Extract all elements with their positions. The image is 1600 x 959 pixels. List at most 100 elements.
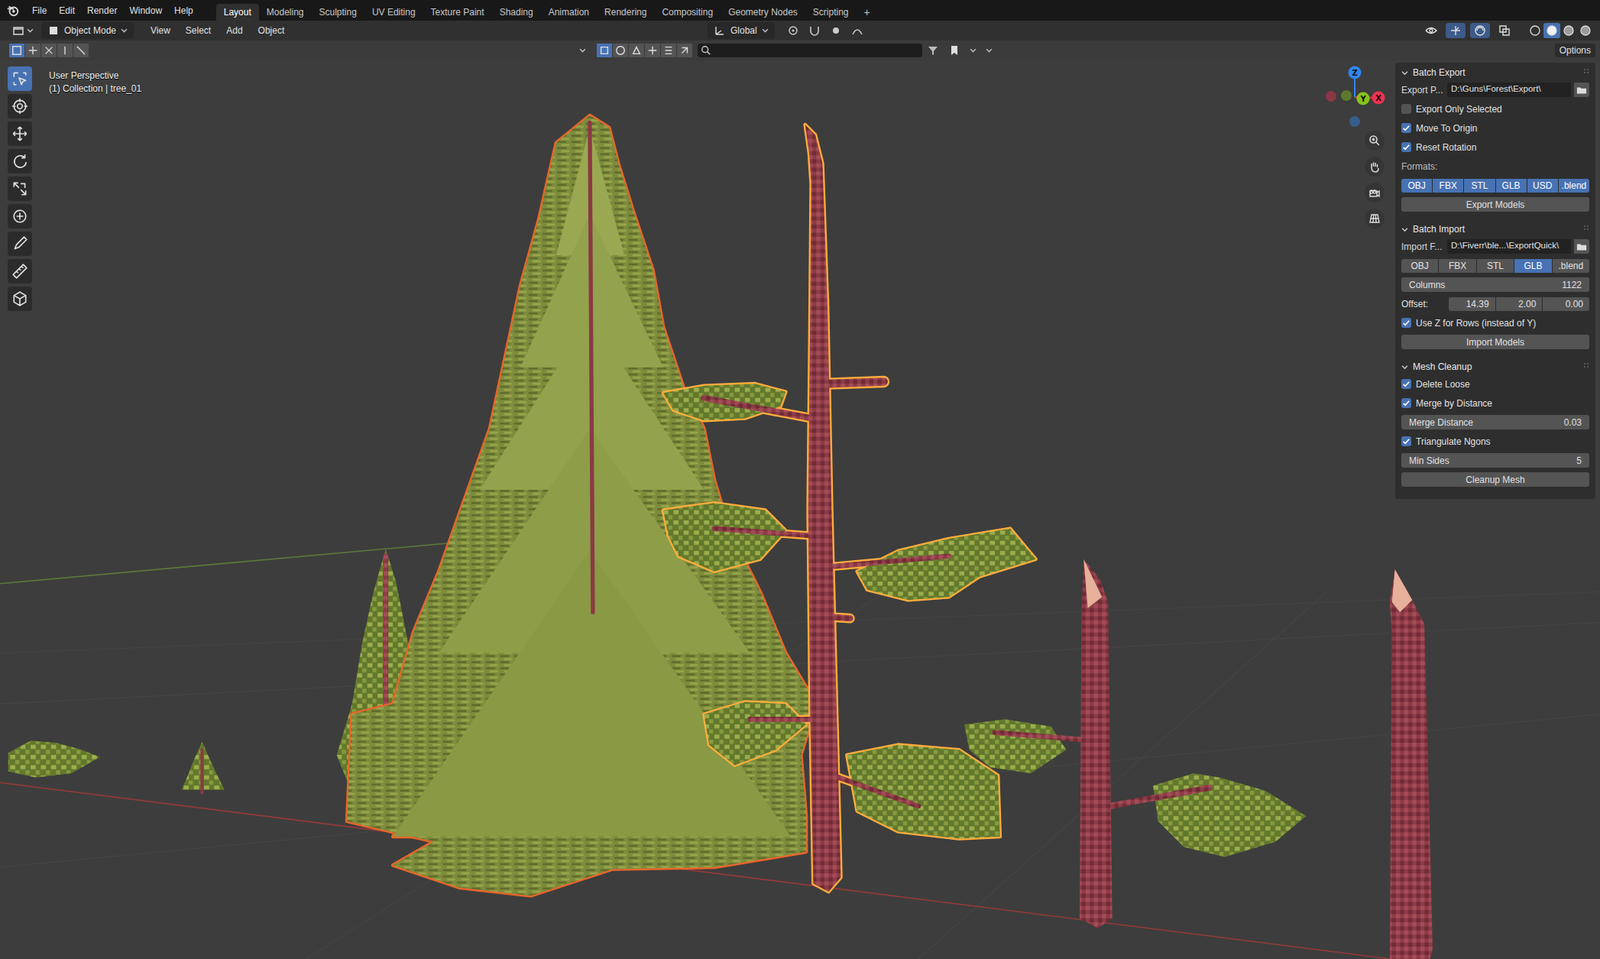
checkbox-row[interactable]: Merge by Distance	[1401, 395, 1590, 411]
tool-button[interactable]	[7, 176, 33, 201]
browse-button[interactable]	[1574, 239, 1590, 254]
snap-icon[interactable]	[808, 24, 821, 37]
3d-viewport[interactable]: User Perspective (1) Collection | tree_0…	[0, 60, 1600, 959]
vector-component[interactable]: 2.00	[1496, 297, 1543, 311]
camera-button[interactable]	[1364, 182, 1385, 203]
scene-canvas[interactable]	[0, 60, 1600, 959]
filter-button[interactable]	[612, 43, 629, 58]
checkbox[interactable]	[1401, 103, 1412, 114]
workspace-tab[interactable]: Modeling	[259, 3, 312, 21]
checkbox[interactable]	[1401, 436, 1412, 447]
workspace-tab[interactable]: Compositing	[654, 3, 721, 21]
axis-dot[interactable]	[1357, 92, 1371, 106]
menu-item[interactable]: Render	[80, 3, 124, 19]
workspace-tab[interactable]: UV Editing	[364, 3, 424, 21]
filter-funnel-icon[interactable]	[926, 44, 940, 57]
header-menu[interactable]: Object	[252, 22, 292, 39]
number-field[interactable]: Merge Distance0.03	[1401, 414, 1590, 430]
format-toggle[interactable]: STL	[1463, 178, 1495, 193]
checkbox[interactable]	[1401, 317, 1412, 328]
drag-grip-icon[interactable]	[1583, 362, 1590, 372]
format-toggle[interactable]: FBX	[1432, 178, 1464, 193]
format-toggle[interactable]: GLB	[1514, 259, 1552, 273]
tool-button[interactable]	[7, 66, 33, 91]
menu-item[interactable]: Help	[168, 3, 200, 19]
drag-grip-icon[interactable]	[1583, 224, 1590, 234]
perspective-button[interactable]	[1364, 208, 1385, 229]
checkbox-row[interactable]: Use Z for Rows (instead of Y)	[1401, 315, 1590, 331]
workspace-tab[interactable]: Layout	[216, 3, 260, 21]
vector-component[interactable]: 0.00	[1542, 297, 1590, 311]
chevron-icon[interactable]	[969, 47, 977, 55]
header-menu[interactable]: Select	[179, 22, 218, 39]
bookmark-icon[interactable]	[948, 44, 961, 57]
scene-object[interactable]	[346, 115, 817, 896]
zoom-button[interactable]	[1364, 130, 1385, 151]
add-workspace-button[interactable]: +	[856, 3, 878, 21]
vector-component[interactable]: 14.39	[1448, 297, 1496, 311]
pivot-icon[interactable]	[787, 24, 800, 37]
navigation-gizmo[interactable]: ZYX	[1316, 60, 1393, 137]
format-toggle[interactable]: USD	[1527, 178, 1558, 193]
format-toggle[interactable]: OBJ	[1401, 178, 1432, 193]
filter-button[interactable]	[676, 43, 694, 58]
negative-axis-dot[interactable]	[1340, 90, 1352, 101]
tool-button[interactable]	[7, 259, 33, 284]
number-field[interactable]: Columns1122	[1401, 277, 1590, 292]
viewport-toggle[interactable]	[1445, 22, 1466, 39]
scene-object[interactable]	[964, 559, 1306, 929]
workspace-tab[interactable]: Sculpting	[311, 3, 365, 21]
shading-mode-button[interactable]	[1560, 22, 1578, 39]
select-mode-button[interactable]	[57, 43, 74, 58]
proportional-edit-icon[interactable]	[829, 24, 843, 37]
filter-button[interactable]	[596, 43, 613, 58]
scene-object[interactable]	[1389, 569, 1433, 959]
checkbox-row[interactable]: Delete Loose	[1401, 376, 1590, 392]
options-tab[interactable]: Options	[1554, 43, 1596, 58]
negative-axis-dot[interactable]	[1325, 90, 1337, 102]
action-button[interactable]: Cleanup Mesh	[1401, 472, 1590, 487]
tool-button[interactable]	[7, 121, 33, 146]
shading-mode-button[interactable]	[1577, 22, 1594, 39]
format-toggle[interactable]: .blend	[1552, 259, 1590, 273]
axis-dot[interactable]	[1348, 66, 1362, 80]
menu-item[interactable]: File	[25, 3, 53, 19]
action-button[interactable]: Export Models	[1401, 197, 1590, 212]
checkbox-row[interactable]: Reset Rotation	[1401, 139, 1590, 155]
orientation-dropdown[interactable]: Global	[707, 22, 775, 39]
checkbox[interactable]	[1401, 142, 1412, 153]
chevron-icon[interactable]	[985, 47, 993, 55]
tool-button[interactable]	[7, 286, 33, 311]
scene-object[interactable]	[181, 741, 225, 794]
viewport-toggle[interactable]	[1494, 22, 1515, 39]
workspace-tab[interactable]: Geometry Nodes	[720, 3, 806, 21]
menu-item[interactable]: Window	[123, 3, 169, 19]
falloff-icon[interactable]	[851, 24, 864, 37]
header-menu[interactable]: Add	[220, 22, 249, 39]
panel-header[interactable]: Mesh Cleanup	[1401, 356, 1590, 377]
path-field[interactable]: D:\Guns\Forest\Export\	[1447, 82, 1571, 98]
action-button[interactable]: Import Models	[1401, 334, 1590, 350]
menu-item[interactable]: Edit	[52, 3, 81, 19]
workspace-tab[interactable]: Texture Paint	[423, 3, 493, 21]
blender-logo-icon[interactable]	[6, 3, 20, 18]
browse-button[interactable]	[1574, 82, 1590, 98]
select-mode-button[interactable]	[9, 43, 26, 58]
workspace-tab[interactable]: Rendering	[596, 3, 655, 21]
panel-header[interactable]: Batch Import	[1401, 219, 1590, 240]
editor-type-button[interactable]	[7, 22, 39, 39]
workspace-tab[interactable]: Animation	[540, 3, 597, 21]
select-mode-button[interactable]	[73, 43, 90, 58]
path-field[interactable]: D:\Fiverr\ble...\ExportQuick\	[1447, 239, 1571, 254]
filter-button[interactable]	[644, 43, 661, 58]
shading-mode-button[interactable]	[1526, 22, 1544, 39]
scene-object[interactable]	[663, 124, 1036, 892]
tool-button[interactable]	[7, 231, 33, 256]
drag-grip-icon[interactable]	[1583, 68, 1590, 78]
filter-button[interactable]	[628, 43, 645, 58]
format-toggle[interactable]: FBX	[1438, 259, 1476, 273]
search-field[interactable]	[697, 43, 923, 58]
checkbox[interactable]	[1401, 398, 1412, 409]
filter-button[interactable]	[660, 43, 677, 58]
checkbox-row[interactable]: Move To Origin	[1401, 120, 1590, 136]
